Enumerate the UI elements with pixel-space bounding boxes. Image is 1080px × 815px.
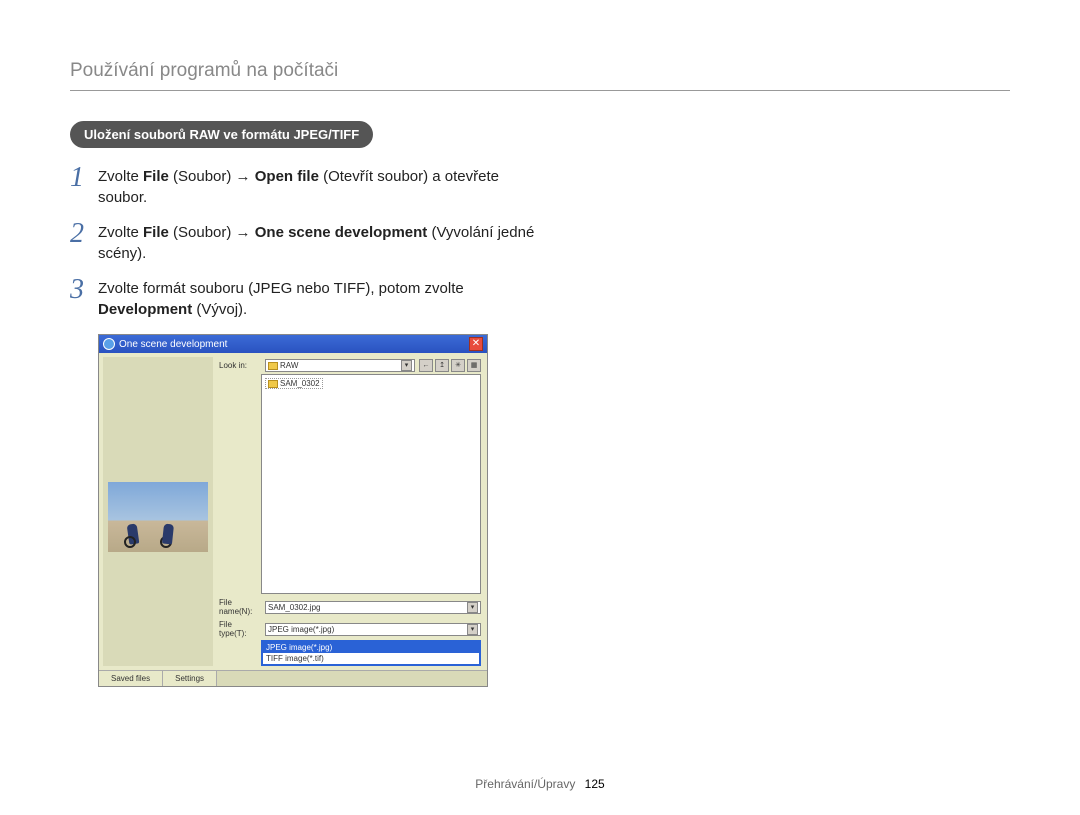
t: Zvolte [98, 224, 143, 241]
file-item[interactable]: SAM_0302 [265, 378, 323, 389]
step-number: 1 [70, 164, 98, 192]
filetype-label: File type(T): [219, 620, 261, 638]
step-text: Zvolte File (Soubor) → Open file (Otevří… [98, 166, 540, 208]
folder-icon [268, 362, 278, 370]
step-3: 3 Zvolte formát souboru (JPEG nebo TIFF)… [70, 278, 540, 320]
nav-newfolder-button[interactable]: ✳ [451, 359, 465, 372]
step-number: 3 [70, 276, 98, 304]
nav-back-button[interactable]: ← [419, 359, 433, 372]
dialog-title: One scene development [119, 339, 227, 350]
page-footer: Přehrávání/Úpravy 125 [0, 777, 1080, 791]
filetype-dropdown[interactable]: JPEG image(*.jpg) TIFF image(*.tif) [261, 640, 481, 666]
lookin-label: Look in: [219, 361, 261, 370]
filetype-option[interactable]: JPEG image(*.jpg) [263, 642, 479, 653]
t: (Vývoj). [192, 301, 247, 318]
step-number: 2 [70, 220, 98, 248]
chevron-down-icon[interactable]: ▾ [401, 360, 412, 371]
t: Zvolte formát souboru (JPEG nebo TIFF), … [98, 280, 464, 297]
nav-view-button[interactable]: ▦ [467, 359, 481, 372]
t: (Soubor) → [169, 224, 255, 241]
chevron-down-icon[interactable]: ▾ [467, 602, 478, 613]
preview-thumbnail [108, 482, 208, 552]
footer-section: Přehrávání/Úpravy [475, 777, 575, 791]
dialog-window: One scene development ✕ Look in: RAW ▾ [98, 334, 488, 687]
dialog-titlebar: One scene development ✕ [99, 335, 487, 353]
t: Zvolte [98, 168, 143, 185]
step-1: 1 Zvolte File (Soubor) → Open file (Otev… [70, 166, 540, 208]
step-2: 2 Zvolte File (Soubor) → One scene devel… [70, 222, 540, 264]
section-pill: Uložení souborů RAW ve formátu JPEG/TIFF [70, 121, 373, 148]
preview-panel [103, 357, 213, 666]
close-icon[interactable]: ✕ [469, 337, 483, 351]
file-item-label: SAM_0302 [280, 379, 320, 388]
tab-settings[interactable]: Settings [163, 671, 217, 686]
t-bold: One scene development [255, 224, 428, 241]
filetype-combo[interactable]: JPEG image(*.jpg) ▾ [265, 623, 481, 636]
t-bold: File [143, 168, 169, 185]
filename-input[interactable]: SAM_0302.jpg ▾ [265, 601, 481, 614]
page-title: Používání programů na počítači [70, 60, 1010, 91]
lookin-value: RAW [280, 361, 298, 370]
step-text: Zvolte File (Soubor) → One scene develop… [98, 222, 540, 264]
file-icon [268, 380, 278, 388]
page-number: 125 [585, 777, 605, 791]
chevron-down-icon[interactable]: ▾ [467, 624, 478, 635]
app-icon [103, 338, 115, 350]
lookin-combo[interactable]: RAW ▾ [265, 359, 415, 372]
filetype-value: JPEG image(*.jpg) [268, 625, 334, 634]
filetype-option[interactable]: TIFF image(*.tif) [263, 653, 479, 664]
nav-up-button[interactable]: ↥ [435, 359, 449, 372]
file-list[interactable]: SAM_0302 [261, 374, 481, 594]
t-bold: Open file [255, 168, 319, 185]
t-bold: Development [98, 301, 192, 318]
t-bold: File [143, 224, 169, 241]
filename-label: File name(N): [219, 598, 261, 616]
t: (Soubor) → [169, 168, 255, 185]
tab-saved-files[interactable]: Saved files [99, 671, 163, 686]
filename-value: SAM_0302.jpg [268, 603, 320, 612]
step-text: Zvolte formát souboru (JPEG nebo TIFF), … [98, 278, 540, 320]
